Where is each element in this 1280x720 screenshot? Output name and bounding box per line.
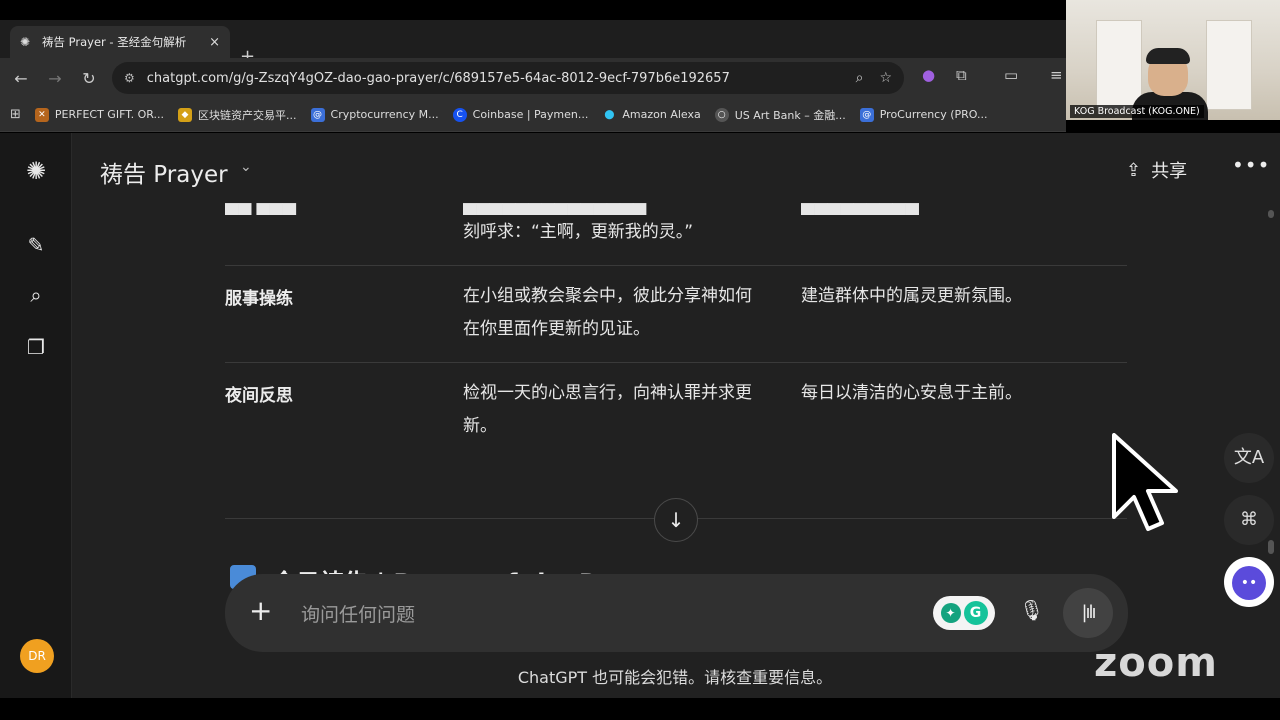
bookmarks-bar: ⊞ ✕ PERFECT GIFT. OR... ◆ 区块链资产交易平... @ … [0, 98, 1066, 132]
attach-plus-icon[interactable]: + [249, 594, 272, 627]
reload-icon[interactable]: ↻ [72, 69, 106, 88]
bookmark-item[interactable]: ◆ 区块链资产交易平... [178, 107, 297, 123]
chatgpt-favicon-icon: ✺ [20, 35, 31, 49]
browser-tab-strip: ✺ 祷告 Prayer - 圣经金句解析 × + [0, 20, 1066, 67]
grammarly-widget[interactable]: ✦ G [933, 596, 995, 630]
forward-icon[interactable]: → [38, 69, 72, 88]
table-cell-goal: 每日以清洁的心安息于主前。 [801, 383, 1022, 403]
message-composer[interactable]: + 询问任何问题 ✦ G 🎙 |ılı [225, 574, 1128, 652]
scroll-to-bottom-button[interactable]: ↓ [654, 498, 698, 542]
disclaimer-text: ChatGPT 也可能会犯错。请核查重要信息。 [517, 668, 833, 687]
table-cell: 刻呼求：“主啊，更新我的灵。” [463, 222, 694, 242]
browser-tab-active[interactable]: ✺ 祷告 Prayer - 圣经金句解析 × [10, 26, 230, 58]
chat-header: 祷告 Prayer ⌄ ⇪ 共享 ••• [72, 133, 1280, 209]
webcam-label: KOG Broadcast (KOG.ONE) [1070, 105, 1204, 118]
back-icon[interactable]: ← [4, 69, 38, 88]
tab-title: 祷告 Prayer - 圣经金句解析 [42, 35, 187, 49]
bookmark-favicon-icon: @ [859, 107, 874, 122]
bookmark-label: Amazon Alexa [622, 108, 701, 121]
scrollbar-thumb[interactable] [1268, 540, 1274, 554]
table-row: 服事操练 在小组或教会聚会中，彼此分享神如何在你里面作更新的见证。 建造群体中的… [225, 265, 1127, 362]
more-options-icon[interactable]: ••• [1232, 153, 1270, 177]
grammarly-g-icon[interactable]: G [963, 601, 988, 625]
person-hair [1146, 48, 1190, 64]
table-cell-practice: 服事操练 [225, 289, 293, 309]
extensions-puzzle-icon[interactable]: ⧉ [956, 66, 967, 84]
tab-close-icon[interactable]: × [209, 35, 220, 50]
bookmark-label: Coinbase | Paymen... [472, 108, 589, 121]
bookmark-item[interactable]: ⬤ Amazon Alexa [602, 108, 700, 122]
zoom-lens-icon[interactable]: ⌕ [856, 70, 864, 86]
address-bar[interactable]: ⚙ chatgpt.com/g/g-ZszqY4gOZ-dao-gao-pray… [112, 62, 904, 94]
microphone-icon[interactable]: 🎙 [1019, 598, 1044, 622]
bookmark-item[interactable]: ✕ PERFECT GIFT. OR... [34, 107, 165, 122]
bookmark-favicon-icon: ⬤ [604, 109, 615, 120]
library-icon[interactable]: ❐ [22, 333, 50, 361]
bookmark-label: Cryptocurrency M... [330, 108, 439, 121]
new-chat-icon[interactable]: ✎ [22, 231, 50, 259]
composer-placeholder[interactable]: 询问任何问题 [301, 600, 415, 627]
bookmark-label: 区块链资产交易平... [198, 108, 297, 122]
bookmark-item[interactable]: ○ US Art Bank – 金融... [714, 107, 846, 123]
scrollbar-arrow-up[interactable] [1268, 210, 1274, 218]
share-button[interactable]: ⇪ 共享 [1126, 157, 1187, 183]
extension-brain-icon[interactable]: ● [922, 66, 935, 84]
share-icon: ⇪ [1126, 159, 1142, 181]
bookmark-label: PERFECT GIFT. OR... [54, 108, 165, 121]
bookmark-item[interactable]: C Coinbase | Paymen... [452, 107, 589, 122]
bookmark-favicon-icon: ◆ [178, 107, 193, 122]
table-cell-method: 检视一天的心思言行，向神认罪并求更新。 [463, 383, 752, 436]
webcam-video-overlay: KOG Broadcast (KOG.ONE) [1066, 0, 1280, 120]
openai-logo-icon[interactable]: ✺ [22, 157, 50, 185]
partial-cell: ▆▆ ▆▆▆ [225, 203, 296, 215]
partial-cell: ▆▆▆▆▆▆▆▆▆ [801, 203, 919, 215]
bookmark-favicon-icon: ○ [714, 107, 729, 122]
gpt-title[interactable]: 祷告 Prayer [100, 155, 228, 189]
bookmark-favicon-icon: C [452, 107, 467, 122]
side-panel-icon[interactable]: ▭ [1004, 66, 1018, 84]
voice-mode-button[interactable]: |ılı [1063, 588, 1113, 638]
apps-grid-icon[interactable]: ⊞ [10, 107, 21, 122]
assistant-bot-icon[interactable]: •• [1224, 557, 1274, 607]
bookmark-label: ProCurrency (PRO... [879, 108, 988, 121]
bookmark-item[interactable]: @ ProCurrency (PRO... [859, 107, 988, 122]
background-door [1206, 20, 1252, 110]
partial-cell: ▆▆▆▆▆▆▆▆▆▆▆▆▆▆ [463, 203, 647, 215]
mouse-cursor-icon [1112, 433, 1178, 531]
site-info-icon[interactable]: ⚙ [124, 71, 135, 85]
url-text[interactable]: chatgpt.com/g/g-ZszqY4gOZ-dao-gao-prayer… [147, 71, 840, 86]
bookmark-label: US Art Bank – 金融... [734, 108, 846, 122]
bookmark-favicon-icon: @ [310, 107, 325, 122]
browser-toolbar: ← → ↻ ⚙ chatgpt.com/g/g-ZszqY4gOZ-dao-ga… [0, 58, 1066, 98]
bookmark-favicon-icon: ✕ [34, 107, 49, 122]
left-rail: ✺ ✎ ⌕ ❐ DR [0, 133, 72, 698]
chatgpt-app: ✺ ✎ ⌕ ❐ DR 祷告 Prayer ⌄ ⇪ 共享 ••• ▆▆ ▆▆▆ ▆… [0, 133, 1280, 698]
bottom-black-band [0, 698, 1280, 720]
share-label: 共享 [1151, 161, 1188, 182]
table-cell-practice: 夜间反思 [225, 386, 293, 406]
background-door [1096, 20, 1142, 110]
search-icon[interactable]: ⌕ [22, 281, 50, 309]
zoom-logo: zoom [1094, 640, 1218, 686]
bookmark-item[interactable]: @ Cryptocurrency M... [310, 107, 439, 122]
menu-icon[interactable]: ≡ [1050, 66, 1063, 84]
bookmark-star-icon[interactable]: ☆ [879, 70, 892, 86]
chevron-down-icon[interactable]: ⌄ [240, 159, 252, 175]
table-cell-goal: 建造群体中的属灵更新氛围。 [801, 286, 1022, 306]
chat-content: ▆▆ ▆▆▆ ▆▆▆▆▆▆▆▆▆▆▆▆▆▆ ▆▆▆▆▆▆▆▆▆ 刻呼求：“主啊，… [72, 203, 1162, 603]
table-cell-method: 在小组或教会聚会中，彼此分享神如何在你里面作更新的见证。 [463, 286, 752, 339]
table-row: 夜间反思 检视一天的心思言行，向神认罪并求更新。 每日以清洁的心安息于主前。 [225, 362, 1127, 472]
shortcuts-icon[interactable]: ⌘ [1224, 495, 1274, 545]
translate-icon[interactable]: 文A [1224, 433, 1274, 483]
grammarly-bulb-icon[interactable]: ✦ [940, 603, 961, 623]
